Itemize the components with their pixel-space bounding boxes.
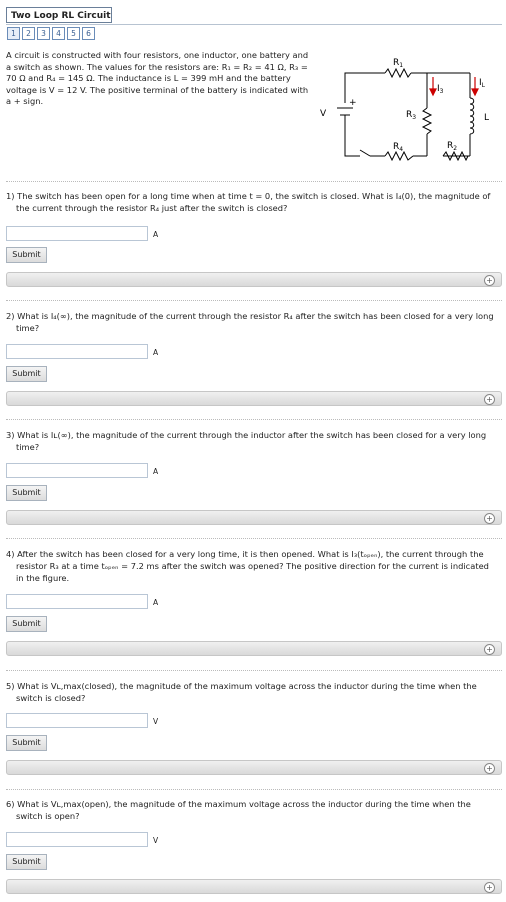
submit-button-4[interactable]: Submit [6,616,47,632]
tab-5[interactable]: 5 [67,27,80,40]
answer-input-2[interactable] [6,344,148,359]
title-divider [6,24,502,25]
unit-label-6: V [153,836,159,845]
tab-3[interactable]: 3 [37,27,50,40]
label-i3: I3 [437,84,444,95]
problem-statement: A circuit is constructed with four resis… [6,50,309,106]
question-1-text: 1) The switch has been open for a long t… [6,191,491,213]
submit-button-3[interactable]: Submit [6,485,47,501]
unit-label-1: A [153,230,159,239]
tab-6[interactable]: 6 [82,27,95,40]
arrow-il-head [471,88,479,97]
label-r2: R2 [447,141,457,152]
hint-bar-5[interactable]: + [6,760,502,775]
resistor-r1 [384,67,412,79]
question-divider [6,419,502,420]
plus-circle-icon[interactable]: + [484,644,495,655]
hint-bar-6[interactable]: + [6,879,502,894]
unit-label-3: A [153,467,159,476]
resistor-r3 [421,107,433,135]
problem-title: Two Loop RL Circuit II [6,7,112,37]
unit-label-2: A [153,348,159,357]
unit-label-5: V [153,717,159,726]
question-2-text: 2) What is I₄(∞), the magnitude of the c… [6,311,494,333]
answer-input-1[interactable] [6,226,148,241]
question-4-text: 4) After the switch has been closed for … [6,549,489,583]
plus-circle-icon[interactable]: + [484,394,495,405]
label-il: IL [479,78,486,89]
submit-button-6[interactable]: Submit [6,854,47,870]
submit-button-2[interactable]: Submit [6,366,47,382]
label-r4: R4 [393,142,403,153]
unit-label-4: A [153,598,159,607]
question-6-text: 6) What is Vʟ,max(open), the magnitude o… [6,799,471,821]
hint-bar-3[interactable]: + [6,510,502,525]
label-r3: R3 [406,110,416,121]
wire-bottom-left [344,119,360,157]
hint-bar-1[interactable]: + [6,272,502,287]
part-tabs: 1 2 3 4 5 6 [7,27,97,40]
tab-2[interactable]: 2 [22,27,35,40]
tab-4[interactable]: 4 [52,27,65,40]
answer-input-6[interactable] [6,832,148,847]
switch-arm [359,149,371,157]
question-5-text: 5) What is Vʟ,max(closed), the magnitude… [6,681,477,703]
inductor [469,97,475,135]
label-l: L [484,113,489,123]
plus-circle-icon[interactable]: + [484,763,495,774]
question-divider [6,789,502,790]
plus-circle-icon[interactable]: + [484,882,495,893]
submit-button-1[interactable]: Submit [6,247,47,263]
submit-button-5[interactable]: Submit [6,735,47,751]
hint-bar-4[interactable]: + [6,641,502,656]
label-r1: R1 [393,58,403,69]
question-divider [6,538,502,539]
answer-input-4[interactable] [6,594,148,609]
question-divider [6,300,502,301]
answer-input-5[interactable] [6,713,148,728]
plus-circle-icon[interactable]: + [484,275,495,286]
label-plus: + [349,98,357,108]
question-divider [6,670,502,671]
plus-circle-icon[interactable]: + [484,513,495,524]
question-divider [6,181,502,182]
resistor-r4 [384,150,414,162]
hint-bar-2[interactable]: + [6,391,502,406]
label-v: V [320,109,327,119]
answer-input-3[interactable] [6,463,148,478]
tab-1[interactable]: 1 [7,27,20,40]
question-3-text: 3) What is Iʟ(∞), the magnitude of the c… [6,430,487,452]
circuit-diagram: R1 R3 R2 R4 V L + I3 IL [320,58,489,162]
arrow-i3-head [429,88,437,97]
